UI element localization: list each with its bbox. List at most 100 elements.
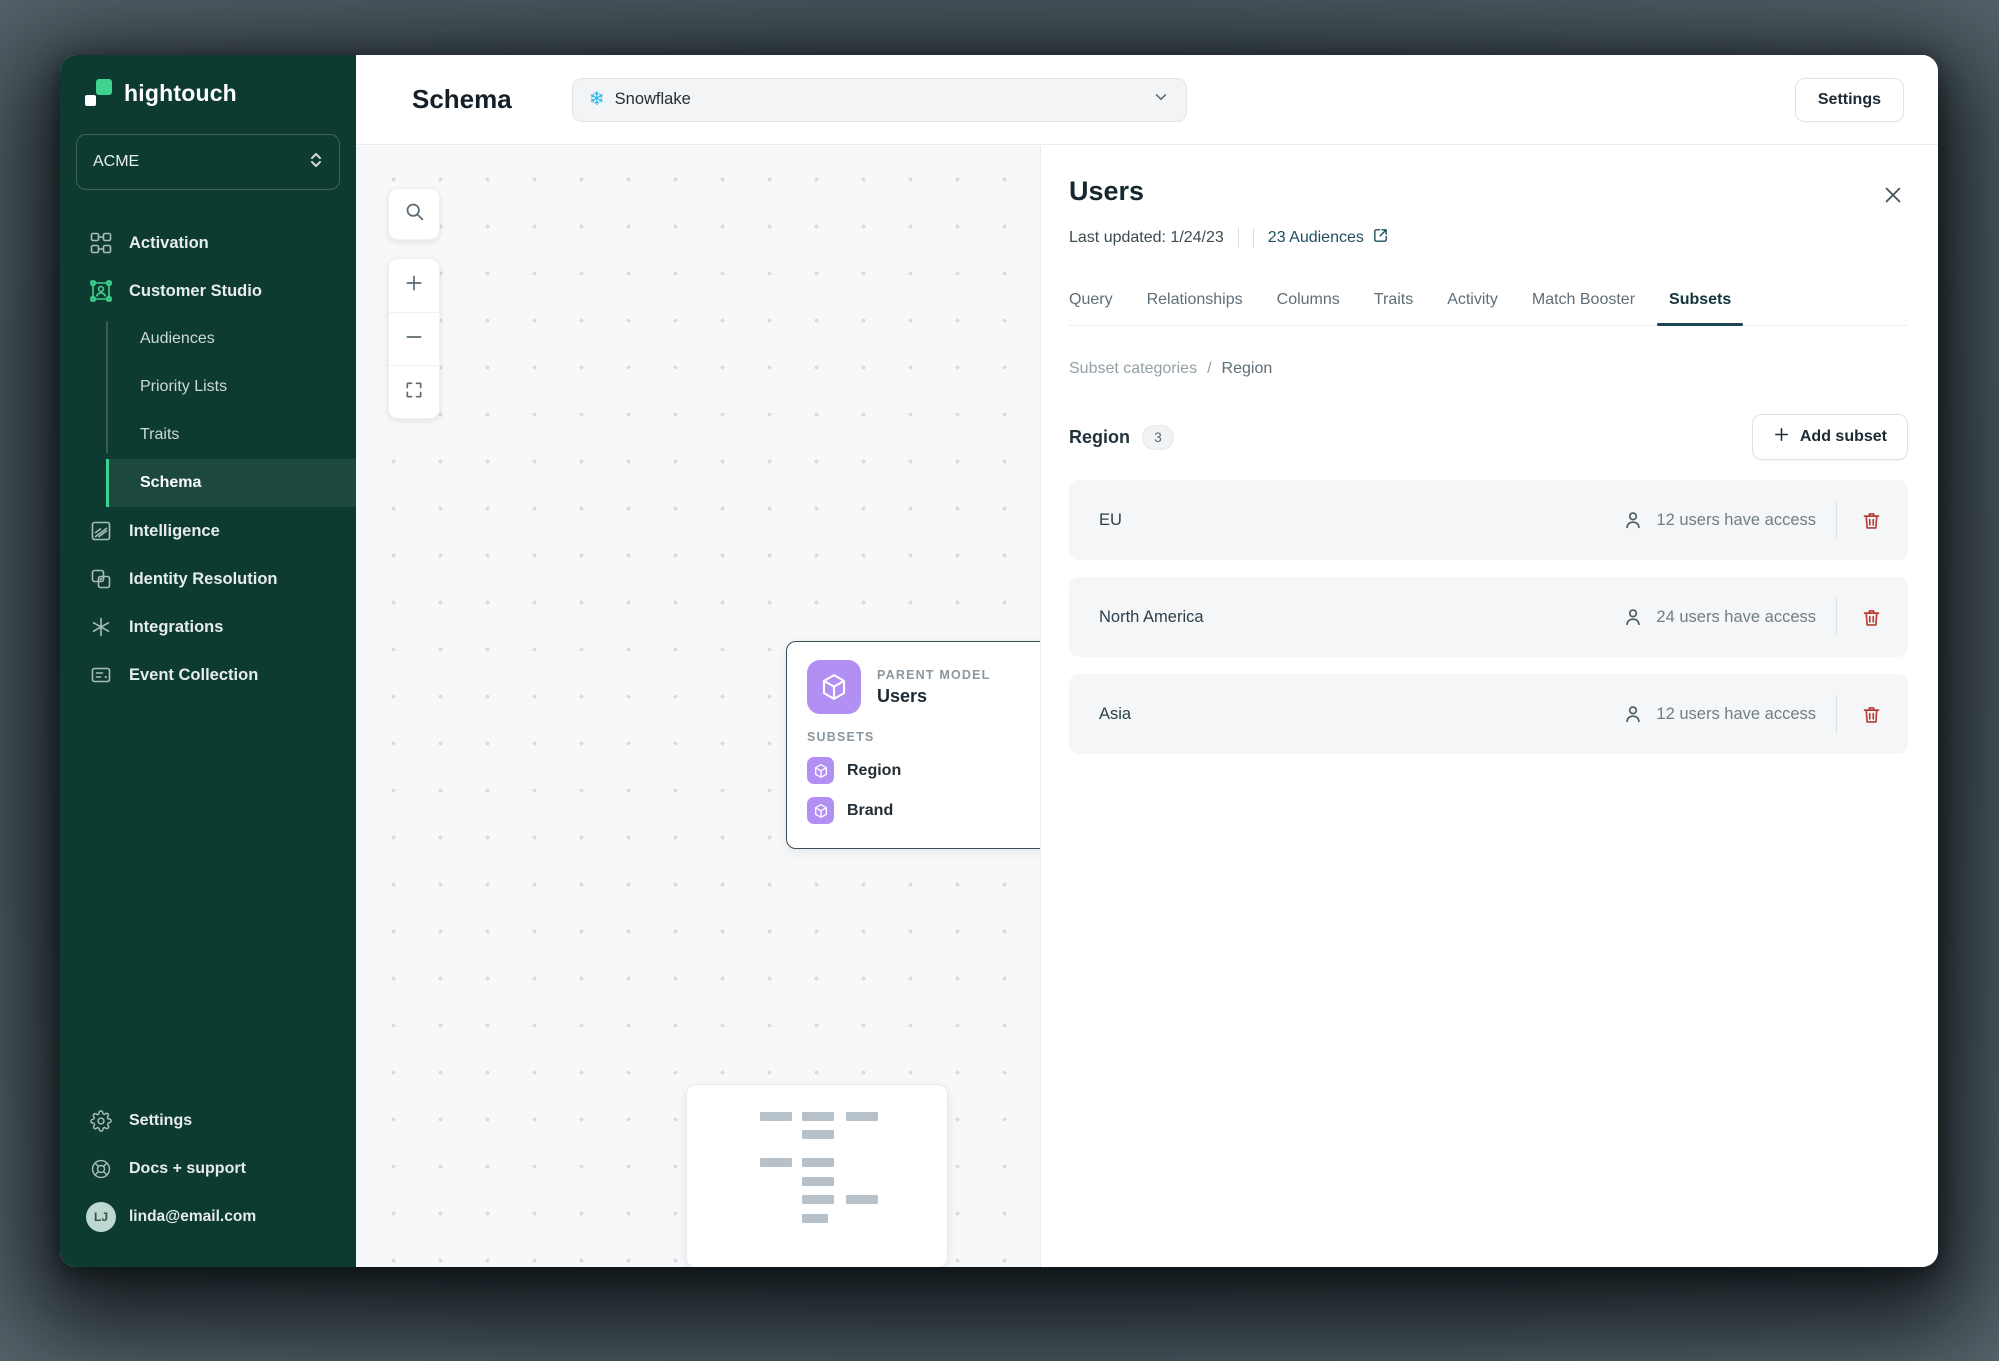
search-icon bbox=[404, 201, 425, 227]
minus-icon bbox=[404, 327, 424, 352]
subset-section-header: Region 3 Add subset bbox=[1069, 414, 1908, 460]
sidebar-item-account[interactable]: LJ linda@email.com bbox=[60, 1193, 356, 1241]
sidebar-item-settings[interactable]: Settings bbox=[60, 1097, 356, 1145]
user-icon bbox=[1622, 509, 1644, 531]
sidebar-item-label: Activation bbox=[129, 233, 209, 252]
sidebar-item-label: Customer Studio bbox=[129, 281, 262, 300]
row-divider bbox=[1836, 501, 1837, 539]
audiences-link-label: 23 Audiences bbox=[1267, 229, 1364, 246]
subset-name: Brand bbox=[847, 801, 894, 819]
topbar: Schema ❄ Snowflake Settings bbox=[356, 55, 1938, 145]
sidebar-item-integrations[interactable]: Integrations bbox=[60, 603, 356, 651]
event-collection-icon bbox=[90, 664, 112, 686]
activation-icon bbox=[90, 232, 112, 254]
subset-row-name: Asia bbox=[1099, 704, 1132, 723]
workspace-selector[interactable]: ACME bbox=[76, 134, 340, 190]
source-select-value: Snowflake bbox=[614, 90, 691, 108]
sidebar-item-intelligence[interactable]: Intelligence bbox=[60, 507, 356, 555]
access-text: 24 users have access bbox=[1656, 607, 1816, 626]
trash-icon[interactable] bbox=[1857, 700, 1886, 729]
sidebar-item-priority-lists[interactable]: Priority Lists bbox=[106, 363, 356, 411]
section-title: Region bbox=[1069, 426, 1130, 447]
sidebar-item-event-collection[interactable]: Event Collection bbox=[60, 651, 356, 699]
add-subset-label: Add subset bbox=[1799, 428, 1887, 445]
breadcrumb: Subset categories / Region bbox=[1069, 360, 1908, 378]
sidebar: hightouch ACME Activation Customer Studi… bbox=[60, 55, 356, 1267]
sidebar-item-schema[interactable]: Schema bbox=[106, 459, 356, 507]
parent-model-node[interactable]: PARENT MODEL Users SUBSETS Region 3 bbox=[786, 641, 1040, 849]
trash-icon[interactable] bbox=[1857, 506, 1886, 535]
tab-relationships[interactable]: Relationships bbox=[1147, 291, 1243, 325]
canvas-search-button[interactable] bbox=[388, 188, 440, 240]
sidebar-item-label: Identity Resolution bbox=[129, 569, 278, 588]
integrations-icon bbox=[90, 616, 112, 638]
external-link-icon bbox=[1372, 227, 1389, 249]
footer-item-label: Settings bbox=[129, 1112, 193, 1129]
subset-cube-icon bbox=[807, 797, 834, 824]
life-ring-icon bbox=[90, 1158, 112, 1180]
access-info: 12 users have access bbox=[1622, 509, 1816, 531]
close-icon[interactable] bbox=[1878, 180, 1908, 215]
subset-row-asia[interactable]: Asia 12 users have access bbox=[1069, 674, 1908, 754]
node-subsets-heading: SUBSETS bbox=[807, 730, 875, 744]
schema-canvas[interactable]: 1:many 1:many bbox=[356, 146, 1040, 1267]
source-select[interactable]: ❄ Snowflake bbox=[571, 77, 1187, 122]
subset-list: EU 12 users have access North America 24… bbox=[1069, 480, 1908, 754]
sidebar-footer: Settings Docs + support LJ linda@email.c… bbox=[60, 1097, 356, 1241]
fit-view-button[interactable] bbox=[389, 365, 439, 418]
subset-row-name: North America bbox=[1099, 607, 1204, 626]
sidebar-nav: Activation Customer Studio Audiences Pri… bbox=[60, 219, 356, 699]
last-updated-text: Last updated: 1/24/23 bbox=[1069, 229, 1224, 246]
node-subset-row-region[interactable]: Region 3 bbox=[807, 757, 1040, 784]
tab-query[interactable]: Query bbox=[1069, 291, 1113, 325]
user-icon bbox=[1622, 606, 1644, 628]
audiences-link[interactable]: 23 Audiences bbox=[1268, 227, 1389, 249]
user-email: linda@email.com bbox=[129, 1208, 257, 1225]
panel-title: Users bbox=[1069, 176, 1145, 206]
tab-subsets[interactable]: Subsets bbox=[1656, 291, 1744, 326]
subset-row-north-america[interactable]: North America 24 users have access bbox=[1069, 577, 1908, 657]
hightouch-logo-icon bbox=[84, 79, 112, 107]
add-subset-button[interactable]: Add subset bbox=[1751, 414, 1908, 460]
sidebar-item-traits[interactable]: Traits bbox=[106, 411, 356, 459]
sidebar-item-customer-studio[interactable]: Customer Studio bbox=[60, 267, 356, 315]
tab-columns[interactable]: Columns bbox=[1277, 291, 1340, 325]
row-divider bbox=[1836, 598, 1837, 636]
footer-item-label: Docs + support bbox=[129, 1160, 246, 1177]
panel-meta: Last updated: 1/24/23 23 Audiences bbox=[1069, 227, 1908, 249]
logo-text: hightouch bbox=[124, 79, 237, 106]
zoom-in-button[interactable] bbox=[389, 259, 439, 312]
trash-icon[interactable] bbox=[1857, 603, 1886, 632]
model-cube-icon bbox=[807, 660, 861, 714]
tab-traits[interactable]: Traits bbox=[1374, 291, 1413, 325]
plus-icon bbox=[1773, 426, 1790, 448]
identity-resolution-icon bbox=[90, 568, 112, 590]
tab-match-booster[interactable]: Match Booster bbox=[1532, 291, 1635, 325]
customer-studio-subnav: Audiences Priority Lists Traits Schema bbox=[106, 315, 356, 507]
sidebar-item-identity-resolution[interactable]: Identity Resolution bbox=[60, 555, 356, 603]
sidebar-item-label: Audiences bbox=[140, 330, 215, 347]
sidebar-item-label: Integrations bbox=[129, 617, 224, 636]
sidebar-item-activation[interactable]: Activation bbox=[60, 219, 356, 267]
sidebar-item-docs-support[interactable]: Docs + support bbox=[60, 1145, 356, 1193]
settings-button[interactable]: Settings bbox=[1794, 77, 1904, 122]
breadcrumb-parent[interactable]: Subset categories bbox=[1069, 360, 1197, 378]
settings-button-label: Settings bbox=[1817, 90, 1881, 108]
minimap[interactable] bbox=[686, 1084, 948, 1267]
gear-icon bbox=[90, 1110, 112, 1132]
sidebar-item-label: Event Collection bbox=[129, 665, 259, 684]
node-subset-row-brand[interactable]: Brand 5 bbox=[807, 797, 1040, 824]
hightouch-logo: hightouch bbox=[84, 79, 237, 107]
panel-tabs: Query Relationships Columns Traits Activ… bbox=[1069, 291, 1908, 326]
subset-row-eu[interactable]: EU 12 users have access bbox=[1069, 480, 1908, 560]
zoom-out-button[interactable] bbox=[389, 312, 439, 365]
meta-divider bbox=[1252, 228, 1254, 248]
chevron-up-down-icon bbox=[309, 151, 323, 174]
page-title: Schema bbox=[412, 84, 512, 114]
details-panel: Users Last updated: 1/24/23 23 Audiences… bbox=[1040, 146, 1938, 1267]
customer-studio-icon bbox=[90, 280, 112, 302]
tab-activity[interactable]: Activity bbox=[1447, 291, 1498, 325]
node-name: Users bbox=[877, 685, 928, 706]
sidebar-item-audiences[interactable]: Audiences bbox=[106, 315, 356, 363]
section-count-badge: 3 bbox=[1142, 424, 1174, 450]
